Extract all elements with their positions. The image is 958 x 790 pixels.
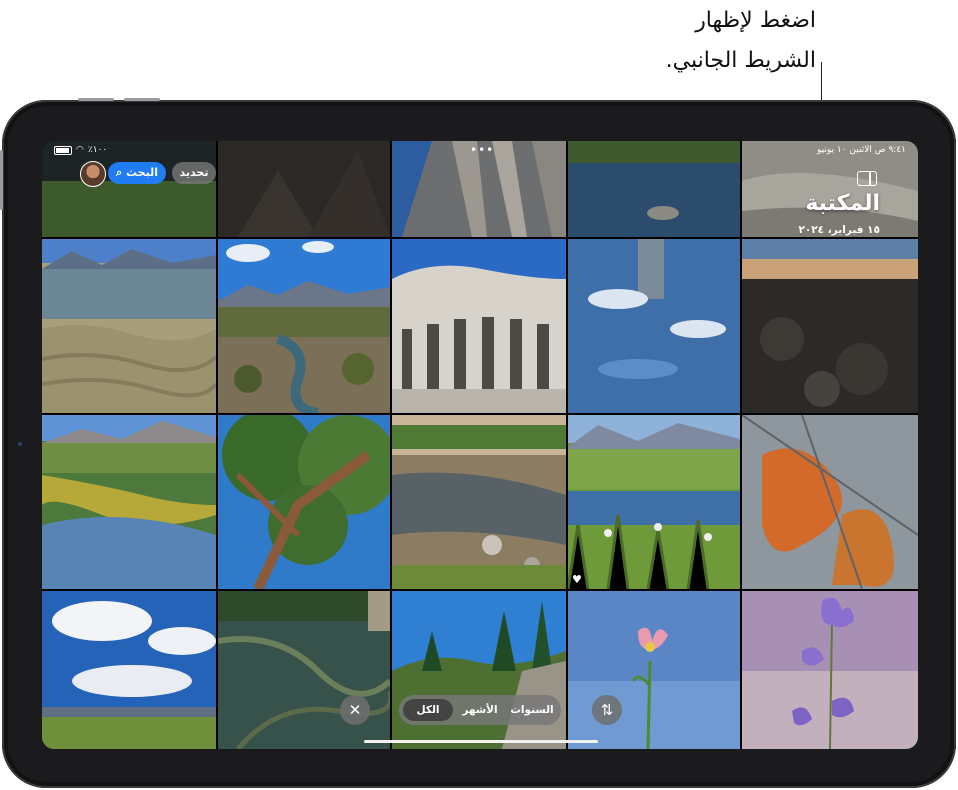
photo-thumbnail[interactable] xyxy=(218,239,390,413)
library-date: ١٥ فبراير، ٢٠٢٤ xyxy=(798,224,880,236)
photo-thumbnail[interactable] xyxy=(218,415,390,589)
sidebar-toggle-icon[interactable] xyxy=(857,171,877,186)
search-button[interactable]: البحث ⌕ xyxy=(108,162,166,184)
photo-thumbnail[interactable] xyxy=(568,591,740,749)
more-dots-icon[interactable]: ••• xyxy=(470,143,494,157)
segment-years[interactable]: السنوات xyxy=(507,699,557,721)
photo-thumbnail[interactable] xyxy=(392,591,566,749)
photo-thumbnail[interactable] xyxy=(742,239,918,413)
segment-all[interactable]: الكل xyxy=(403,699,453,721)
photo-thumbnail[interactable] xyxy=(392,239,566,413)
photo-thumbnail[interactable] xyxy=(568,415,740,589)
segment-months[interactable]: الأشهر xyxy=(455,699,505,721)
side-button xyxy=(0,150,3,210)
callout-text-1: اضغط لإظهار xyxy=(695,8,816,33)
photo-thumbnail[interactable] xyxy=(42,591,216,749)
screen: ٩:٤١ ص الاثنين ١٠ يونيو ◠ ٪١٠٠ ••• تحديد… xyxy=(42,141,918,749)
photo-thumbnail[interactable] xyxy=(742,591,918,749)
battery-percent: ٪١٠٠ xyxy=(87,145,108,155)
photo-thumbnail[interactable] xyxy=(42,415,216,589)
magnifier-icon: ⌕ xyxy=(116,166,123,179)
battery-icon xyxy=(54,145,72,155)
photo-thumbnail[interactable] xyxy=(218,591,390,749)
library-title: المكتبة xyxy=(805,191,880,216)
profile-avatar[interactable] xyxy=(80,161,106,187)
wifi-icon: ◠ xyxy=(76,145,84,155)
volume-button xyxy=(78,98,114,101)
home-indicator xyxy=(364,740,598,743)
photo-thumbnail[interactable] xyxy=(742,415,918,589)
sort-arrows-icon[interactable]: ⇅ xyxy=(592,695,622,725)
status-time-date: ٩:٤١ ص الاثنين ١٠ يونيو xyxy=(817,145,906,155)
search-label: البحث xyxy=(126,166,158,179)
volume-button xyxy=(124,98,160,101)
front-camera xyxy=(18,442,22,446)
view-switcher: السنوات الأشهر الكل xyxy=(399,695,561,725)
photo-thumbnail[interactable] xyxy=(568,239,740,413)
callout-text-2: الشريط الجانبي. xyxy=(665,48,816,73)
photo-thumbnail[interactable] xyxy=(392,415,566,589)
photo-thumbnail[interactable] xyxy=(42,239,216,413)
battery-indicator: ◠ ٪١٠٠ xyxy=(54,145,107,155)
select-button[interactable]: تحديد xyxy=(172,162,216,184)
heart-icon: ♥ xyxy=(572,573,582,586)
close-icon[interactable]: ✕ xyxy=(340,695,370,725)
